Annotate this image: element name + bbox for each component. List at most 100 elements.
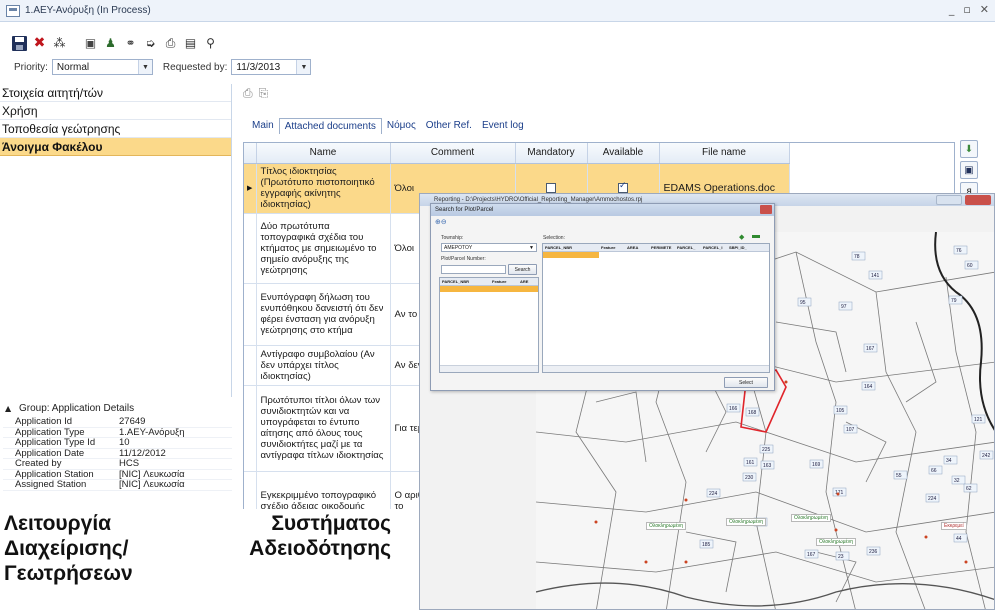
- horizontal-scrollbar[interactable]: [440, 365, 538, 372]
- cell-name[interactable]: Αντίγραφο συμβολαίου (Αν δεν υπάρχει τίτ…: [256, 345, 391, 386]
- close-icon[interactable]: ✕: [980, 3, 989, 16]
- select-button[interactable]: Select: [724, 377, 768, 388]
- plot-number-label: Plot/Parcel Number:: [441, 256, 486, 262]
- table-header: PARCEL_NBR Feature ARE: [440, 278, 538, 286]
- search-button[interactable]: Search: [508, 264, 537, 275]
- parcel-label: 236: [869, 549, 878, 555]
- nav-item-usage[interactable]: Χρήση: [0, 102, 231, 120]
- map-marker: [594, 520, 598, 524]
- forward-icon[interactable]: ➭: [143, 36, 158, 51]
- col-mandatory[interactable]: Mandatory: [515, 143, 588, 164]
- parcel-boundary: [875, 291, 926, 609]
- delete-icon[interactable]: ✖: [32, 36, 47, 51]
- map-status-label: Ολοκληρωμένη: [816, 538, 857, 546]
- search-icon[interactable]: ⚲: [203, 36, 218, 51]
- print-tools: ⎙ ⎘: [243, 86, 268, 101]
- selection-label: Selection:: [543, 235, 565, 241]
- chevron-down-icon[interactable]: ▼: [296, 60, 311, 74]
- prop-row: Created by HCS: [3, 459, 232, 470]
- parcel-boundary: [775, 321, 847, 373]
- hierarchy-icon[interactable]: ⁂: [52, 36, 67, 51]
- requested-by-value: 11/3/2013: [236, 61, 281, 73]
- close-button[interactable]: [760, 205, 772, 214]
- tab-other-ref[interactable]: Other Ref.: [421, 118, 477, 134]
- prop-row: Assigned Station [NIC] Λευκωσία: [3, 480, 232, 491]
- parcel-boundary: [536, 421, 994, 463]
- mandatory-checkbox[interactable]: [546, 182, 556, 193]
- app-icon: [6, 4, 20, 17]
- caption-text: Λειτουργία Συστήματος Διαχείρισης/ Αδειο…: [0, 509, 419, 610]
- cell-name[interactable]: Ενυπόγραφη δήλωση του ενυπόθηκου δανειστ…: [256, 283, 391, 346]
- save-icon[interactable]: [12, 35, 27, 51]
- save-icon[interactable]: ▣: [960, 161, 978, 179]
- row-indicator: [244, 385, 257, 472]
- tab-attached-documents[interactable]: Attached documents: [278, 118, 382, 134]
- group-header[interactable]: ▲ Group: Application Details: [3, 401, 232, 417]
- chevron-down-icon[interactable]: ▼: [529, 244, 534, 252]
- chevron-up-icon[interactable]: ▲: [5, 401, 19, 417]
- attach-icon[interactable]: ⬇: [960, 140, 978, 158]
- col-name[interactable]: Name: [256, 143, 391, 164]
- map-status-label: Ολοκληρωμένη: [646, 522, 687, 530]
- table-row[interactable]: [440, 286, 538, 292]
- binoculars-icon[interactable]: ⚭: [123, 36, 138, 51]
- map-marker: [964, 560, 968, 564]
- horizontal-scrollbar[interactable]: [543, 365, 769, 372]
- close-button[interactable]: [965, 195, 991, 205]
- add-icon[interactable]: ◆: [739, 233, 744, 241]
- plot-number-input[interactable]: [441, 265, 506, 274]
- document-icon[interactable]: ▤: [183, 36, 198, 51]
- col-file-name[interactable]: File name: [659, 143, 790, 164]
- table-row[interactable]: [543, 252, 599, 258]
- priority-value: Normal: [56, 61, 90, 73]
- requested-by-select[interactable]: 11/3/2013 ▼: [231, 59, 312, 75]
- restore-icon[interactable]: ▫: [963, 3, 970, 16]
- parcel-label: 224: [928, 496, 937, 502]
- minimize-icon[interactable]: _: [949, 3, 955, 16]
- nav-item-applicants[interactable]: Στοιχεία αιτητή/τών: [0, 84, 231, 102]
- cell-name[interactable]: Τίτλος ιδιοκτησίας (Πρωτότυπο πιστοποιητ…: [256, 163, 391, 214]
- remove-icon[interactable]: [752, 235, 760, 238]
- parcel-label: 169: [812, 462, 821, 468]
- title-bar: 1.ΑΕΥ-Ανόρυξη (In Process) _ ▫ ✕: [0, 0, 995, 22]
- window-title: 1.ΑΕΥ-Ανόρυξη (In Process): [25, 5, 151, 16]
- map-marker: [784, 380, 788, 384]
- col-comment[interactable]: Comment: [390, 143, 516, 164]
- parcel-label: 44: [956, 536, 962, 542]
- caption-line-3: Γεωτρήσεων: [4, 562, 133, 585]
- search-plot-dialog: Search for Plot/Parcel ⊕⊖ Township: AMEP…: [430, 203, 775, 391]
- tab-main[interactable]: Main: [247, 118, 279, 134]
- cell-name[interactable]: Δύο πρωτότυπα τοπογραφικά σχέδια του κτή…: [256, 213, 391, 284]
- parcel-label: 167: [807, 552, 816, 558]
- restore-button[interactable]: [936, 195, 962, 205]
- nav-item-open-file[interactable]: Άνοιγμα Φακέλου: [0, 138, 231, 156]
- print-icon[interactable]: ⎙: [243, 86, 253, 101]
- parcel-label: 168: [748, 410, 757, 416]
- parcel-label: 97: [841, 304, 847, 310]
- zoom-icon[interactable]: ⊕⊖: [435, 218, 447, 226]
- parcel-label: 224: [709, 491, 718, 497]
- priority-select[interactable]: Normal ▼: [51, 59, 153, 75]
- user-icon[interactable]: ♟: [103, 36, 118, 51]
- parcel-label: 23: [838, 554, 844, 560]
- parcel-label: 76: [956, 248, 962, 254]
- tab-event-log[interactable]: Event log: [477, 118, 529, 134]
- nav-item-location[interactable]: Τοποθεσία γεώτρησης: [0, 120, 231, 138]
- township-select[interactable]: AMEPOTOY ▼: [441, 243, 537, 252]
- map-status-label: Εκκρεμεί: [941, 522, 967, 530]
- tab-law[interactable]: Νόμος: [382, 118, 421, 134]
- parcel-label: 141: [871, 273, 880, 279]
- cell-name[interactable]: Πρωτότυποι τίτλοι όλων των συνιδιοκτητών…: [256, 385, 391, 472]
- parcel-label: 163: [763, 463, 772, 469]
- print-preview-icon[interactable]: ⎘: [259, 86, 269, 101]
- parcel-boundary: [905, 321, 937, 403]
- parcel-boundary: [595, 391, 647, 463]
- properties-icon[interactable]: ▣: [83, 36, 98, 51]
- parcel-label: 95: [800, 300, 806, 306]
- col-available[interactable]: Available: [587, 143, 660, 164]
- chevron-down-icon[interactable]: ▼: [137, 60, 152, 74]
- print-icon[interactable]: ⎙: [163, 36, 178, 51]
- app-window: 1.ΑΕΥ-Ανόρυξη (In Process) _ ▫ ✕ ✖ ⁂ ▣ ♟…: [0, 0, 995, 610]
- available-checkbox[interactable]: [618, 181, 628, 193]
- parcel-label: 60: [967, 263, 973, 269]
